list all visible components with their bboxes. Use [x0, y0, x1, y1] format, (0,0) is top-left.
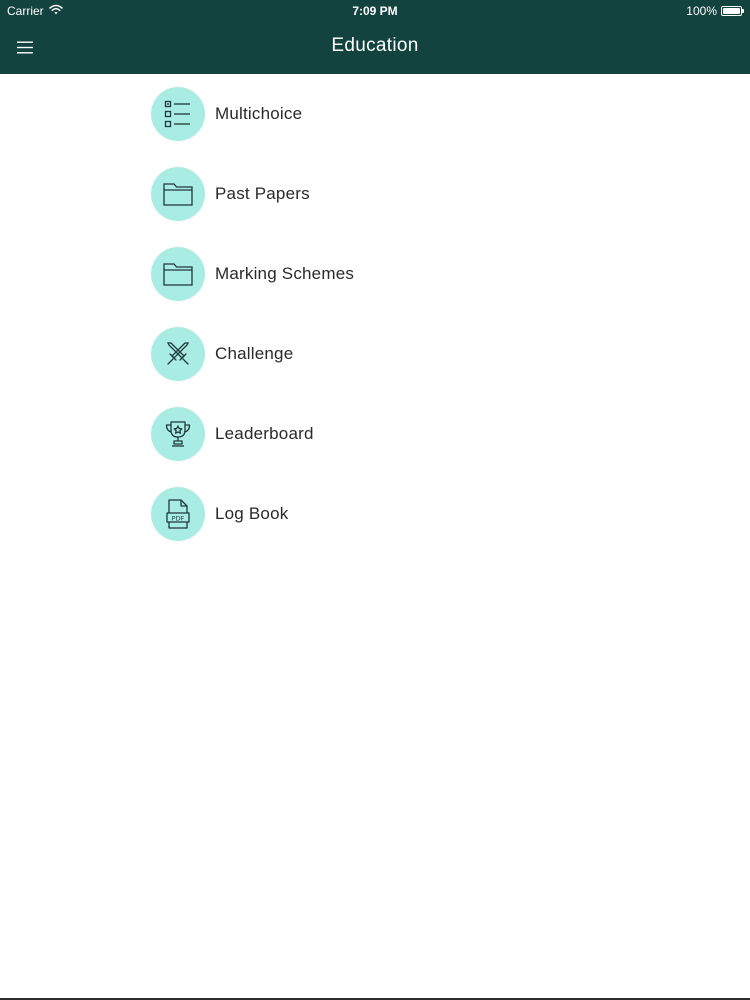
crossed-swords-icon: [166, 342, 190, 365]
battery-percent: 100%: [686, 4, 717, 18]
status-right: 100%: [686, 4, 744, 18]
icon-circle: [151, 327, 205, 381]
icon-circle: [151, 407, 205, 461]
battery-icon: [721, 6, 744, 16]
app-window: Carrier 7:09 PM 100% Education Multichoi…: [0, 0, 750, 1000]
nav-bar: Education: [0, 22, 750, 74]
svg-text:PDF: PDF: [172, 514, 185, 522]
status-time: 7:09 PM: [352, 4, 398, 18]
menu-item-leaderboard[interactable]: Leaderboard: [151, 407, 601, 461]
menu-item-log-book[interactable]: PDF Log Book: [151, 487, 601, 541]
trophy-icon: [165, 421, 191, 447]
checklist-icon: [164, 100, 190, 128]
icon-circle: [151, 167, 205, 221]
menu-item-marking-schemes[interactable]: Marking Schemes: [151, 247, 601, 301]
menu-item-label: Marking Schemes: [215, 264, 355, 283]
icon-circle: PDF: [151, 487, 205, 541]
folder-icon: [163, 263, 193, 286]
status-bar: Carrier 7:09 PM 100%: [0, 0, 750, 22]
menu-item-label: Past Papers: [215, 184, 310, 203]
menu-list: Multichoice Past Papers Marking Schemes: [151, 87, 601, 567]
menu-item-multichoice[interactable]: Multichoice: [151, 87, 601, 141]
menu-item-label: Challenge: [215, 344, 294, 363]
menu-item-label: Log Book: [215, 504, 289, 523]
page-title: Education: [331, 35, 419, 56]
menu-item-label: Leaderboard: [215, 424, 314, 443]
pdf-file-icon: PDF: [166, 499, 190, 529]
icon-circle: [151, 87, 205, 141]
folder-icon: [163, 183, 193, 206]
menu-item-challenge[interactable]: Challenge: [151, 327, 601, 381]
top-bar: Carrier 7:09 PM 100% Education: [0, 0, 750, 74]
menu-item-label: Multichoice: [215, 104, 303, 123]
icon-circle: [151, 247, 205, 301]
menu-item-past-papers[interactable]: Past Papers: [151, 167, 601, 221]
